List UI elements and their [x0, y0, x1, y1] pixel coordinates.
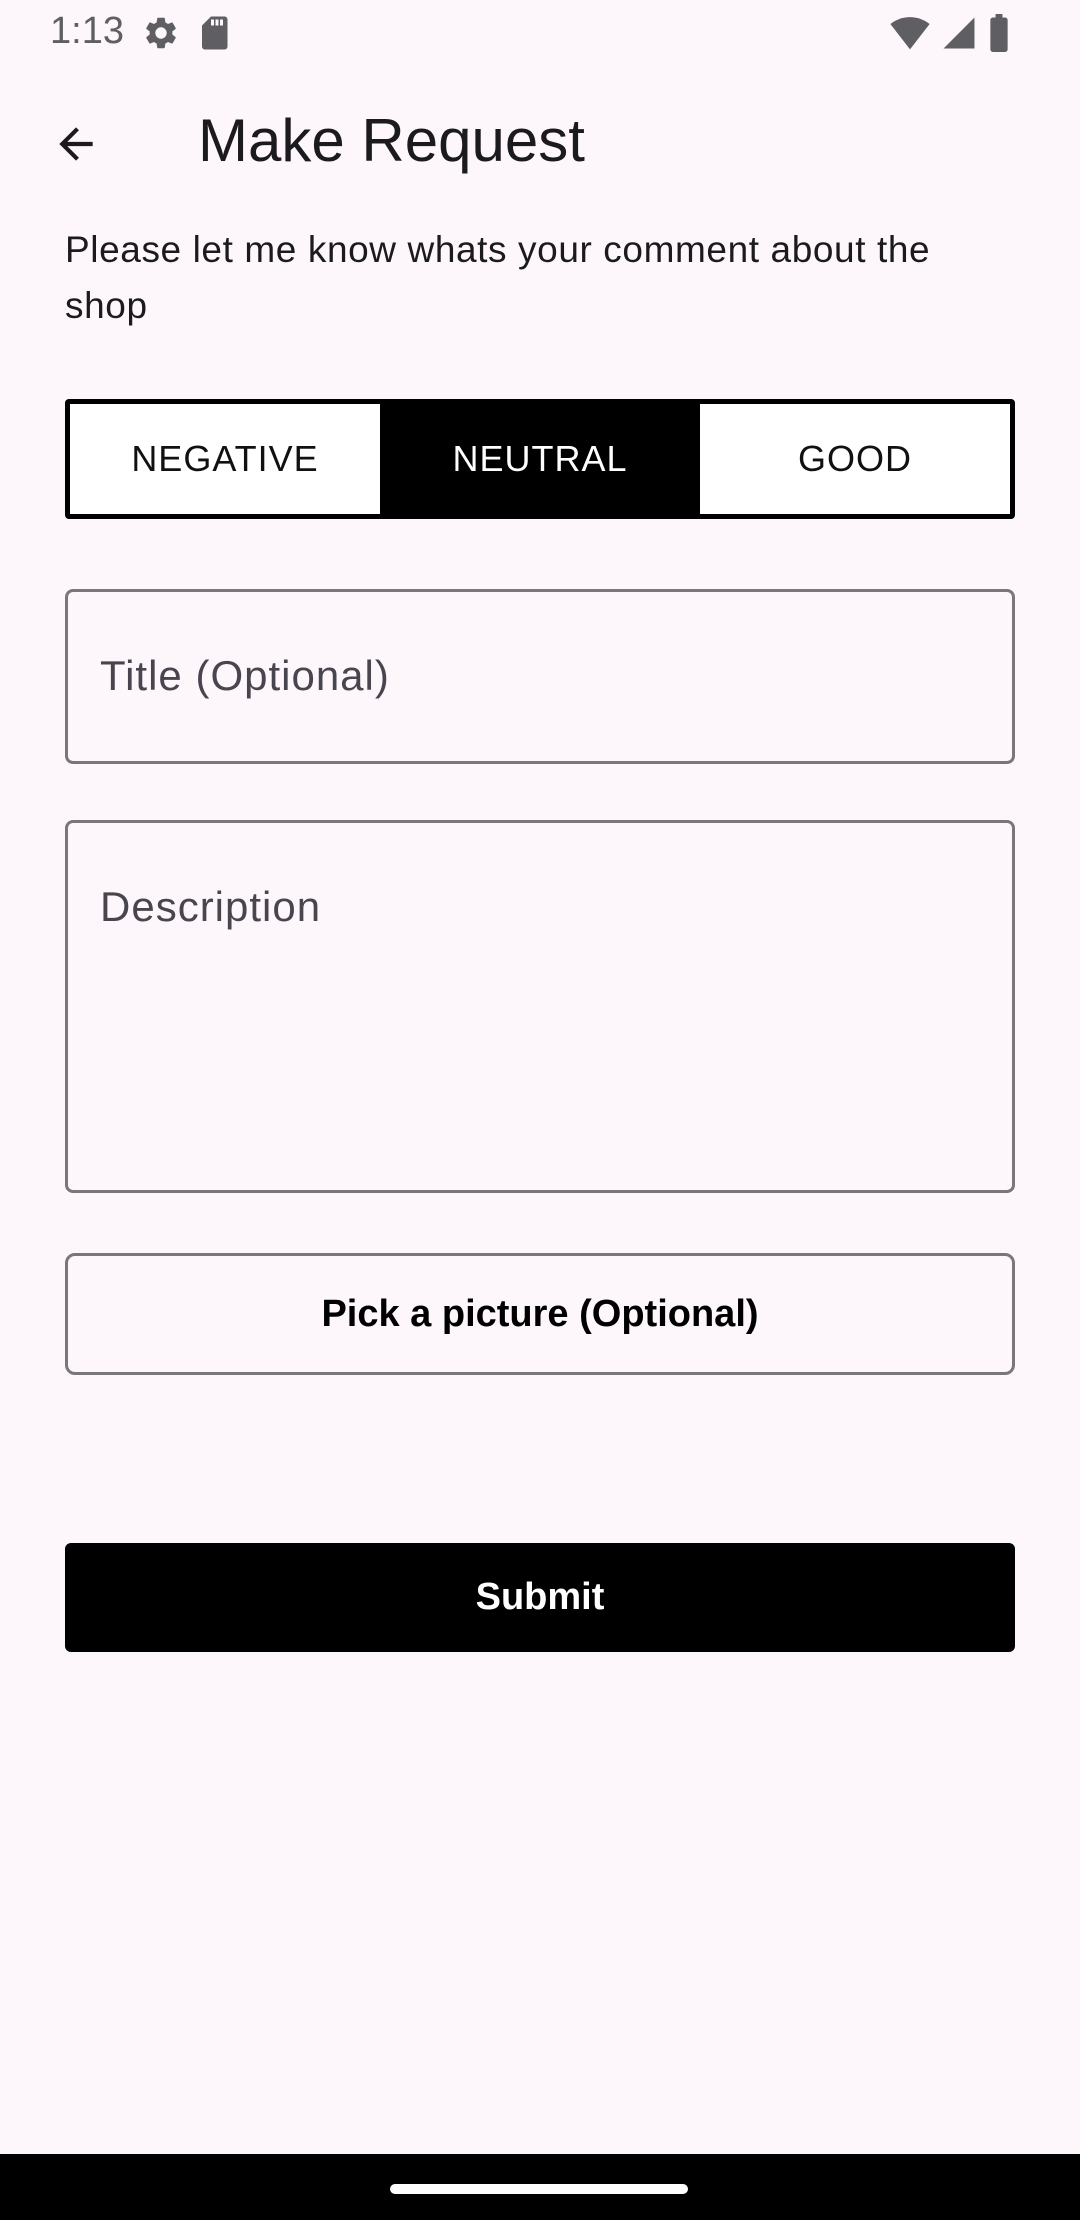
- pick-picture-button[interactable]: Pick a picture (Optional): [65, 1253, 1015, 1375]
- home-handle[interactable]: [390, 2184, 688, 2194]
- description-input[interactable]: Description: [65, 820, 1015, 1193]
- sd-card-icon: [198, 15, 230, 56]
- segment-good[interactable]: GOOD: [695, 404, 1010, 514]
- segment-neutral[interactable]: NEUTRAL: [380, 404, 695, 514]
- page-title: Make Request: [198, 107, 585, 174]
- app-bar: Make Request: [0, 80, 1080, 204]
- status-bar: 1:13: [0, 0, 1080, 66]
- status-right-icons: [890, 14, 1010, 57]
- wifi-icon: [890, 15, 930, 56]
- back-button[interactable]: [40, 110, 112, 182]
- signal-icon: [942, 16, 976, 55]
- description-placeholder: Description: [100, 883, 322, 930]
- title-input[interactable]: Title (Optional): [65, 589, 1015, 764]
- prompt-text: Please let me know whats your comment ab…: [65, 229, 931, 326]
- navigation-bar: [0, 2154, 1080, 2220]
- settings-icon: [142, 14, 180, 57]
- submit-button[interactable]: Submit: [65, 1543, 1015, 1652]
- title-placeholder: Title (Optional): [100, 652, 390, 699]
- arrow-back-icon: [51, 119, 101, 174]
- segment-negative[interactable]: NEGATIVE: [70, 404, 380, 514]
- battery-icon: [988, 14, 1010, 57]
- status-left-icons: [142, 14, 230, 57]
- rating-segmented-control: NEGATIVE NEUTRAL GOOD: [65, 399, 1015, 519]
- status-time: 1:13: [50, 10, 124, 52]
